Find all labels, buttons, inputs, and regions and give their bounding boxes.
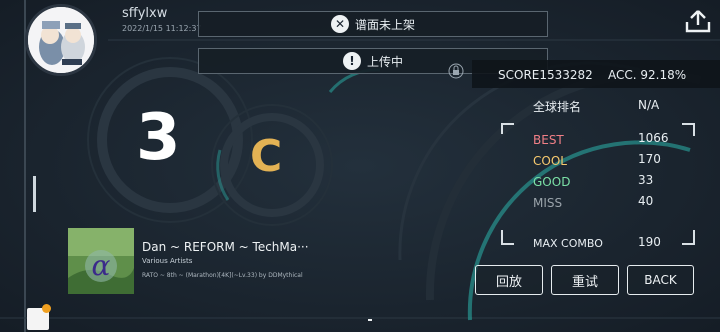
max-combo-value: 190: [638, 235, 661, 249]
chat-widget-button[interactable]: [27, 304, 51, 330]
global-rank-label: 全球排名: [533, 100, 582, 114]
notification-dot: [42, 304, 51, 313]
cool-label: COOL: [533, 154, 567, 168]
chart-info: RATO ~ 8th ~ (Marathon)[4K](~Lv.33) by D…: [142, 272, 303, 279]
good-label: GOOD: [533, 175, 571, 189]
back-button-label: BACK: [644, 273, 677, 287]
accuracy-label: ACC.: [608, 68, 637, 82]
retry-button-label: 重试: [571, 274, 598, 290]
username: sffylxw: [122, 6, 168, 21]
unlisted-notice: ✕ 谱面未上架: [198, 11, 548, 37]
accuracy-display: ACC. 92.18%: [608, 68, 686, 82]
song-title: Dan ~ REFORM ~ TechMa···: [142, 240, 309, 254]
avatar[interactable]: [25, 4, 97, 76]
close-circle-icon: ✕: [330, 15, 349, 33]
best-value: 1066: [638, 131, 669, 145]
replay-button[interactable]: 回放: [475, 265, 543, 295]
replay-button-label: 回放: [495, 274, 522, 290]
share-icon: [685, 10, 711, 33]
uploading-notice-text: 上传中: [366, 54, 403, 69]
share-button[interactable]: [684, 9, 712, 33]
lock-icon: [448, 63, 464, 79]
svg-text:α: α: [92, 249, 111, 282]
grade-letter: C: [250, 131, 283, 182]
miss-value: 40: [638, 194, 654, 208]
song-cover-art: α: [68, 228, 134, 294]
miss-label: MISS: [533, 196, 563, 210]
cool-value: 170: [638, 152, 661, 166]
rank-number: 3: [136, 101, 183, 175]
best-label: BEST: [533, 133, 564, 147]
play-datetime: 2022/1/15 11:12:37: [122, 24, 202, 33]
score-label: SCORE: [498, 68, 540, 82]
global-rank-value: N/A: [638, 98, 660, 112]
unlisted-notice-text: 谱面未上架: [354, 17, 415, 32]
back-button[interactable]: BACK: [627, 265, 694, 295]
song-artist: Various Artists: [142, 257, 193, 265]
max-combo-label: MAX COMBO: [533, 237, 603, 250]
score-value: 1533282: [539, 68, 593, 82]
accuracy-value: 92.18%: [640, 68, 687, 82]
good-value: 33: [638, 173, 654, 187]
score-display: SCORE1533282: [498, 68, 593, 82]
retry-button[interactable]: 重试: [551, 265, 619, 295]
alert-circle-icon: !: [342, 52, 361, 70]
score-bar: SCORE1533282 ACC. 92.18%: [472, 60, 720, 88]
